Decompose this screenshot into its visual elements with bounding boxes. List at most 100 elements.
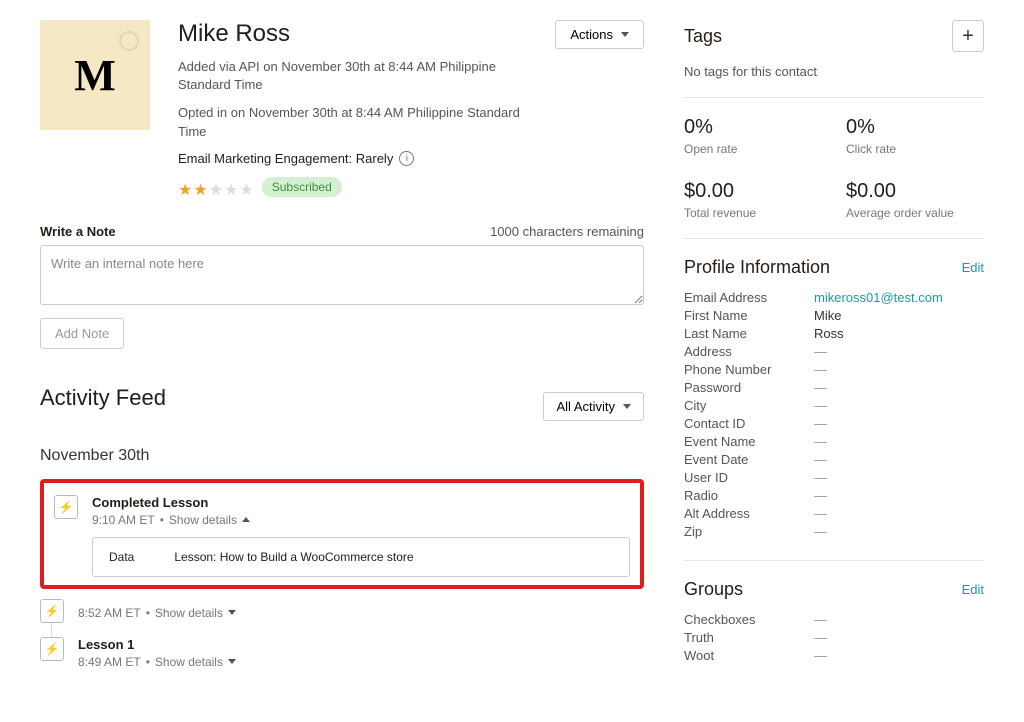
stat-block: $0.00 Average order value [846, 180, 984, 220]
profile-key: Alt Address [684, 506, 814, 521]
profile-row: Zip— [684, 524, 984, 539]
profile-row: Email Addressmikeross01@test.com [684, 290, 984, 305]
profile-key: Address [684, 344, 814, 359]
note-input[interactable] [40, 245, 644, 305]
profile-key: Last Name [684, 326, 814, 341]
add-note-button[interactable]: Add Note [40, 318, 124, 349]
profile-value[interactable]: mikeross01@test.com [814, 290, 943, 305]
profile-value: — [814, 380, 827, 395]
info-icon[interactable]: i [399, 151, 414, 166]
activity-time: 8:49 AM ET [78, 655, 141, 669]
profile-value: — [814, 344, 827, 359]
stat-block: 0%Click rate [846, 116, 984, 156]
stat-label: Click rate [846, 142, 984, 156]
activity-filter-button[interactable]: All Activity [543, 392, 644, 421]
profile-row: Contact ID— [684, 416, 984, 431]
chevron-down-icon [623, 404, 631, 409]
profile-row: Woot— [684, 648, 984, 663]
lightning-icon: ⚡ [40, 637, 64, 661]
profile-key: City [684, 398, 814, 413]
profile-key: Checkboxes [684, 612, 814, 627]
stat-label: Open rate [684, 142, 822, 156]
stat-value: 0% [684, 116, 822, 139]
profile-key: Phone Number [684, 362, 814, 377]
chars-remaining: 1000 characters remaining [490, 224, 644, 239]
groups-title: Groups [684, 579, 743, 600]
profile-key: Email Address [684, 290, 814, 305]
detail-key: Data [109, 550, 134, 564]
stat-label: Average order value [846, 206, 984, 220]
activity-date-group: November 30th [40, 447, 644, 465]
profile-value: Ross [814, 326, 844, 341]
profile-value: — [814, 452, 827, 467]
avatar-letter: M [74, 50, 116, 101]
subscribed-badge: Subscribed [262, 177, 342, 197]
profile-key: Event Date [684, 452, 814, 467]
lightning-icon: ⚡ [54, 495, 78, 519]
profile-row: Checkboxes— [684, 612, 984, 627]
stat-block: 0% Open rate [684, 116, 822, 156]
show-details-toggle[interactable]: Show details [169, 513, 250, 527]
profile-row: Event Name— [684, 434, 984, 449]
activity-item: ⚡ 8:52 AM ET • Show details [40, 599, 644, 623]
profile-value: — [814, 416, 827, 431]
profile-key: Radio [684, 488, 814, 503]
activity-item-title: Completed Lesson [92, 495, 630, 510]
activity-time: 8:52 AM ET [78, 606, 141, 620]
stat-value: $0.00 [846, 180, 984, 203]
edit-groups-link[interactable]: Edit [962, 582, 984, 597]
chevron-down-icon [621, 32, 629, 37]
edit-profile-link[interactable]: Edit [962, 260, 984, 275]
activity-detail-box: Data Lesson: How to Build a WooCommerce … [92, 537, 630, 577]
activity-item-title: Lesson 1 [78, 637, 644, 652]
profile-value: — [814, 434, 827, 449]
highlighted-activity: ⚡ Completed Lesson 9:10 AM ET • Show det… [40, 479, 644, 589]
activity-item: ⚡ Lesson 1 8:49 AM ET • Show details [40, 637, 644, 669]
profile-value: — [814, 648, 827, 663]
avatar: M [40, 20, 150, 130]
profile-row: Alt Address— [684, 506, 984, 521]
tags-title: Tags [684, 26, 722, 47]
profile-key: Contact ID [684, 416, 814, 431]
actions-button[interactable]: Actions [555, 20, 644, 49]
profile-value: — [814, 362, 827, 377]
profile-key: User ID [684, 470, 814, 485]
chevron-down-icon [228, 659, 236, 664]
profile-value: — [814, 524, 827, 539]
note-section-title: Write a Note [40, 224, 116, 239]
profile-row: Password— [684, 380, 984, 395]
add-tag-button[interactable]: + [952, 20, 984, 52]
stat-block: $0.00Total revenue [684, 180, 822, 220]
profile-key: Zip [684, 524, 814, 539]
profile-key: Event Name [684, 434, 814, 449]
engagement-label: Email Marketing Engagement: Rarely [178, 151, 393, 166]
profile-key: Password [684, 380, 814, 395]
profile-key: First Name [684, 308, 814, 323]
profile-value: — [814, 470, 827, 485]
activity-time: 9:10 AM ET [92, 513, 155, 527]
profile-row: Truth— [684, 630, 984, 645]
chevron-down-icon [228, 610, 236, 615]
opted-in-text: Opted in on November 30th at 8:44 AM Phi… [178, 104, 527, 140]
profile-title: Profile Information [684, 257, 830, 278]
show-details-toggle[interactable]: Show details [155, 606, 236, 620]
star-icon: ★ [239, 180, 253, 200]
profile-row: Radio— [684, 488, 984, 503]
profile-row: Address— [684, 344, 984, 359]
no-tags-text: No tags for this contact [684, 64, 984, 79]
contact-name: Mike Ross [178, 20, 527, 48]
activity-item: ⚡ Completed Lesson 9:10 AM ET • Show det… [54, 495, 630, 577]
stat-label: Total revenue [684, 206, 822, 220]
profile-row: Event Date— [684, 452, 984, 467]
chevron-up-icon [242, 517, 250, 522]
lightning-icon: ⚡ [40, 599, 64, 623]
profile-value: — [814, 630, 827, 645]
profile-value: Mike [814, 308, 841, 323]
show-details-toggle[interactable]: Show details [155, 655, 236, 669]
profile-value: — [814, 398, 827, 413]
profile-value: — [814, 612, 827, 627]
profile-key: Woot [684, 648, 814, 663]
star-icon: ★ [209, 180, 223, 200]
added-via-text: Added via API on November 30th at 8:44 A… [178, 58, 527, 94]
activity-feed-title: Activity Feed [40, 385, 166, 411]
